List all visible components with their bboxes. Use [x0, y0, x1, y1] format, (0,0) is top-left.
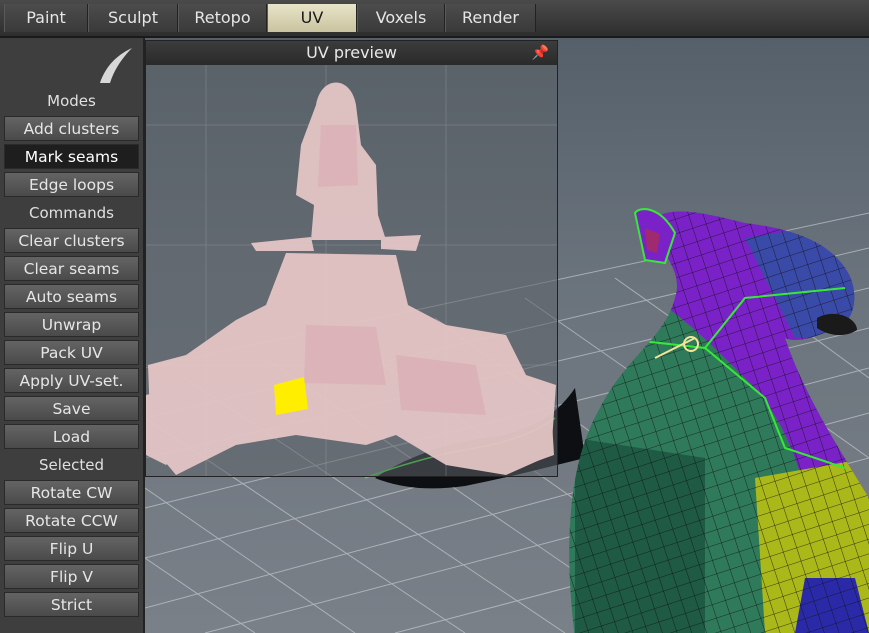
app-logo-icon [100, 48, 132, 83]
clear-seams-button[interactable]: Clear seams [4, 256, 139, 281]
commands-label: Commands [29, 204, 114, 222]
left-command-panel: Modes Add clusters Mark seams Edge loops… [0, 38, 145, 633]
pin-icon[interactable]: 📌 [532, 41, 549, 65]
load-button[interactable]: Load [4, 424, 139, 449]
unwrap-button[interactable]: Unwrap [4, 312, 139, 337]
mode-tab-bar: Paint Sculpt Retopo UV Voxels Render [0, 0, 869, 38]
rotate-ccw-button[interactable]: Rotate CCW [4, 508, 139, 533]
uv-preview-title[interactable]: UV preview [146, 41, 557, 65]
strict-button[interactable]: Strict [4, 592, 139, 617]
tab-render[interactable]: Render [445, 4, 536, 32]
selected-label: Selected [38, 456, 105, 474]
edge-loops-button[interactable]: Edge loops [4, 172, 139, 197]
mark-seams-button[interactable]: Mark seams [4, 144, 139, 169]
tab-uv[interactable]: UV [267, 4, 357, 32]
tab-retopo[interactable]: Retopo [178, 4, 267, 32]
tab-voxels[interactable]: Voxels [357, 4, 445, 32]
uv-preview-canvas[interactable] [146, 65, 557, 476]
auto-seams-button[interactable]: Auto seams [4, 284, 139, 309]
clear-clusters-button[interactable]: Clear clusters [4, 228, 139, 253]
uv-preview-panel[interactable]: UV preview 📌 [145, 40, 558, 477]
flip-v-button[interactable]: Flip V [4, 564, 139, 589]
pack-uv-button[interactable]: Pack UV [4, 340, 139, 365]
modes-label: Modes [47, 92, 96, 110]
add-clusters-button[interactable]: Add clusters [4, 116, 139, 141]
rat-model [569, 211, 869, 633]
apply-uv-set-button[interactable]: Apply UV-set. [4, 368, 139, 393]
rotate-cw-button[interactable]: Rotate CW [4, 480, 139, 505]
flip-u-button[interactable]: Flip U [4, 536, 139, 561]
save-button[interactable]: Save [4, 396, 139, 421]
tab-paint[interactable]: Paint [4, 4, 88, 32]
tab-sculpt[interactable]: Sculpt [88, 4, 178, 32]
